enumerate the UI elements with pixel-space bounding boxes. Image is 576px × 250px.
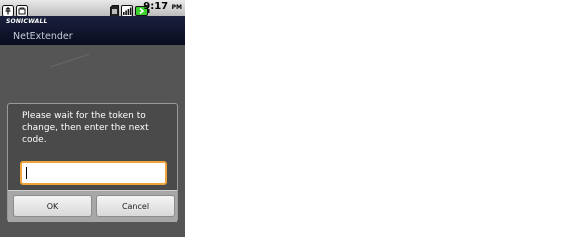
app-title: NetExtender xyxy=(13,31,73,42)
status-time-value: 9:17 xyxy=(143,1,169,12)
ok-button[interactable]: OK xyxy=(13,195,92,217)
phone-screen: 9:17 PM SONICWALL NetExtender Please wai… xyxy=(0,0,185,237)
status-time: 9:17 PM xyxy=(143,1,182,12)
brand-logo: SONICWALL xyxy=(6,18,48,25)
status-time-ampm: PM xyxy=(171,4,182,11)
dialog-message: Please wait for the token to change, the… xyxy=(22,111,149,145)
token-dialog: Please wait for the token to change, the… xyxy=(7,103,178,222)
cancel-button[interactable]: Cancel xyxy=(96,195,175,217)
text-caret xyxy=(26,167,27,179)
token-input[interactable] xyxy=(20,161,167,185)
dialog-button-bar: OK Cancel xyxy=(8,190,177,222)
app-title-bar: SONICWALL NetExtender xyxy=(0,16,185,45)
status-bar: 9:17 PM xyxy=(0,0,185,17)
